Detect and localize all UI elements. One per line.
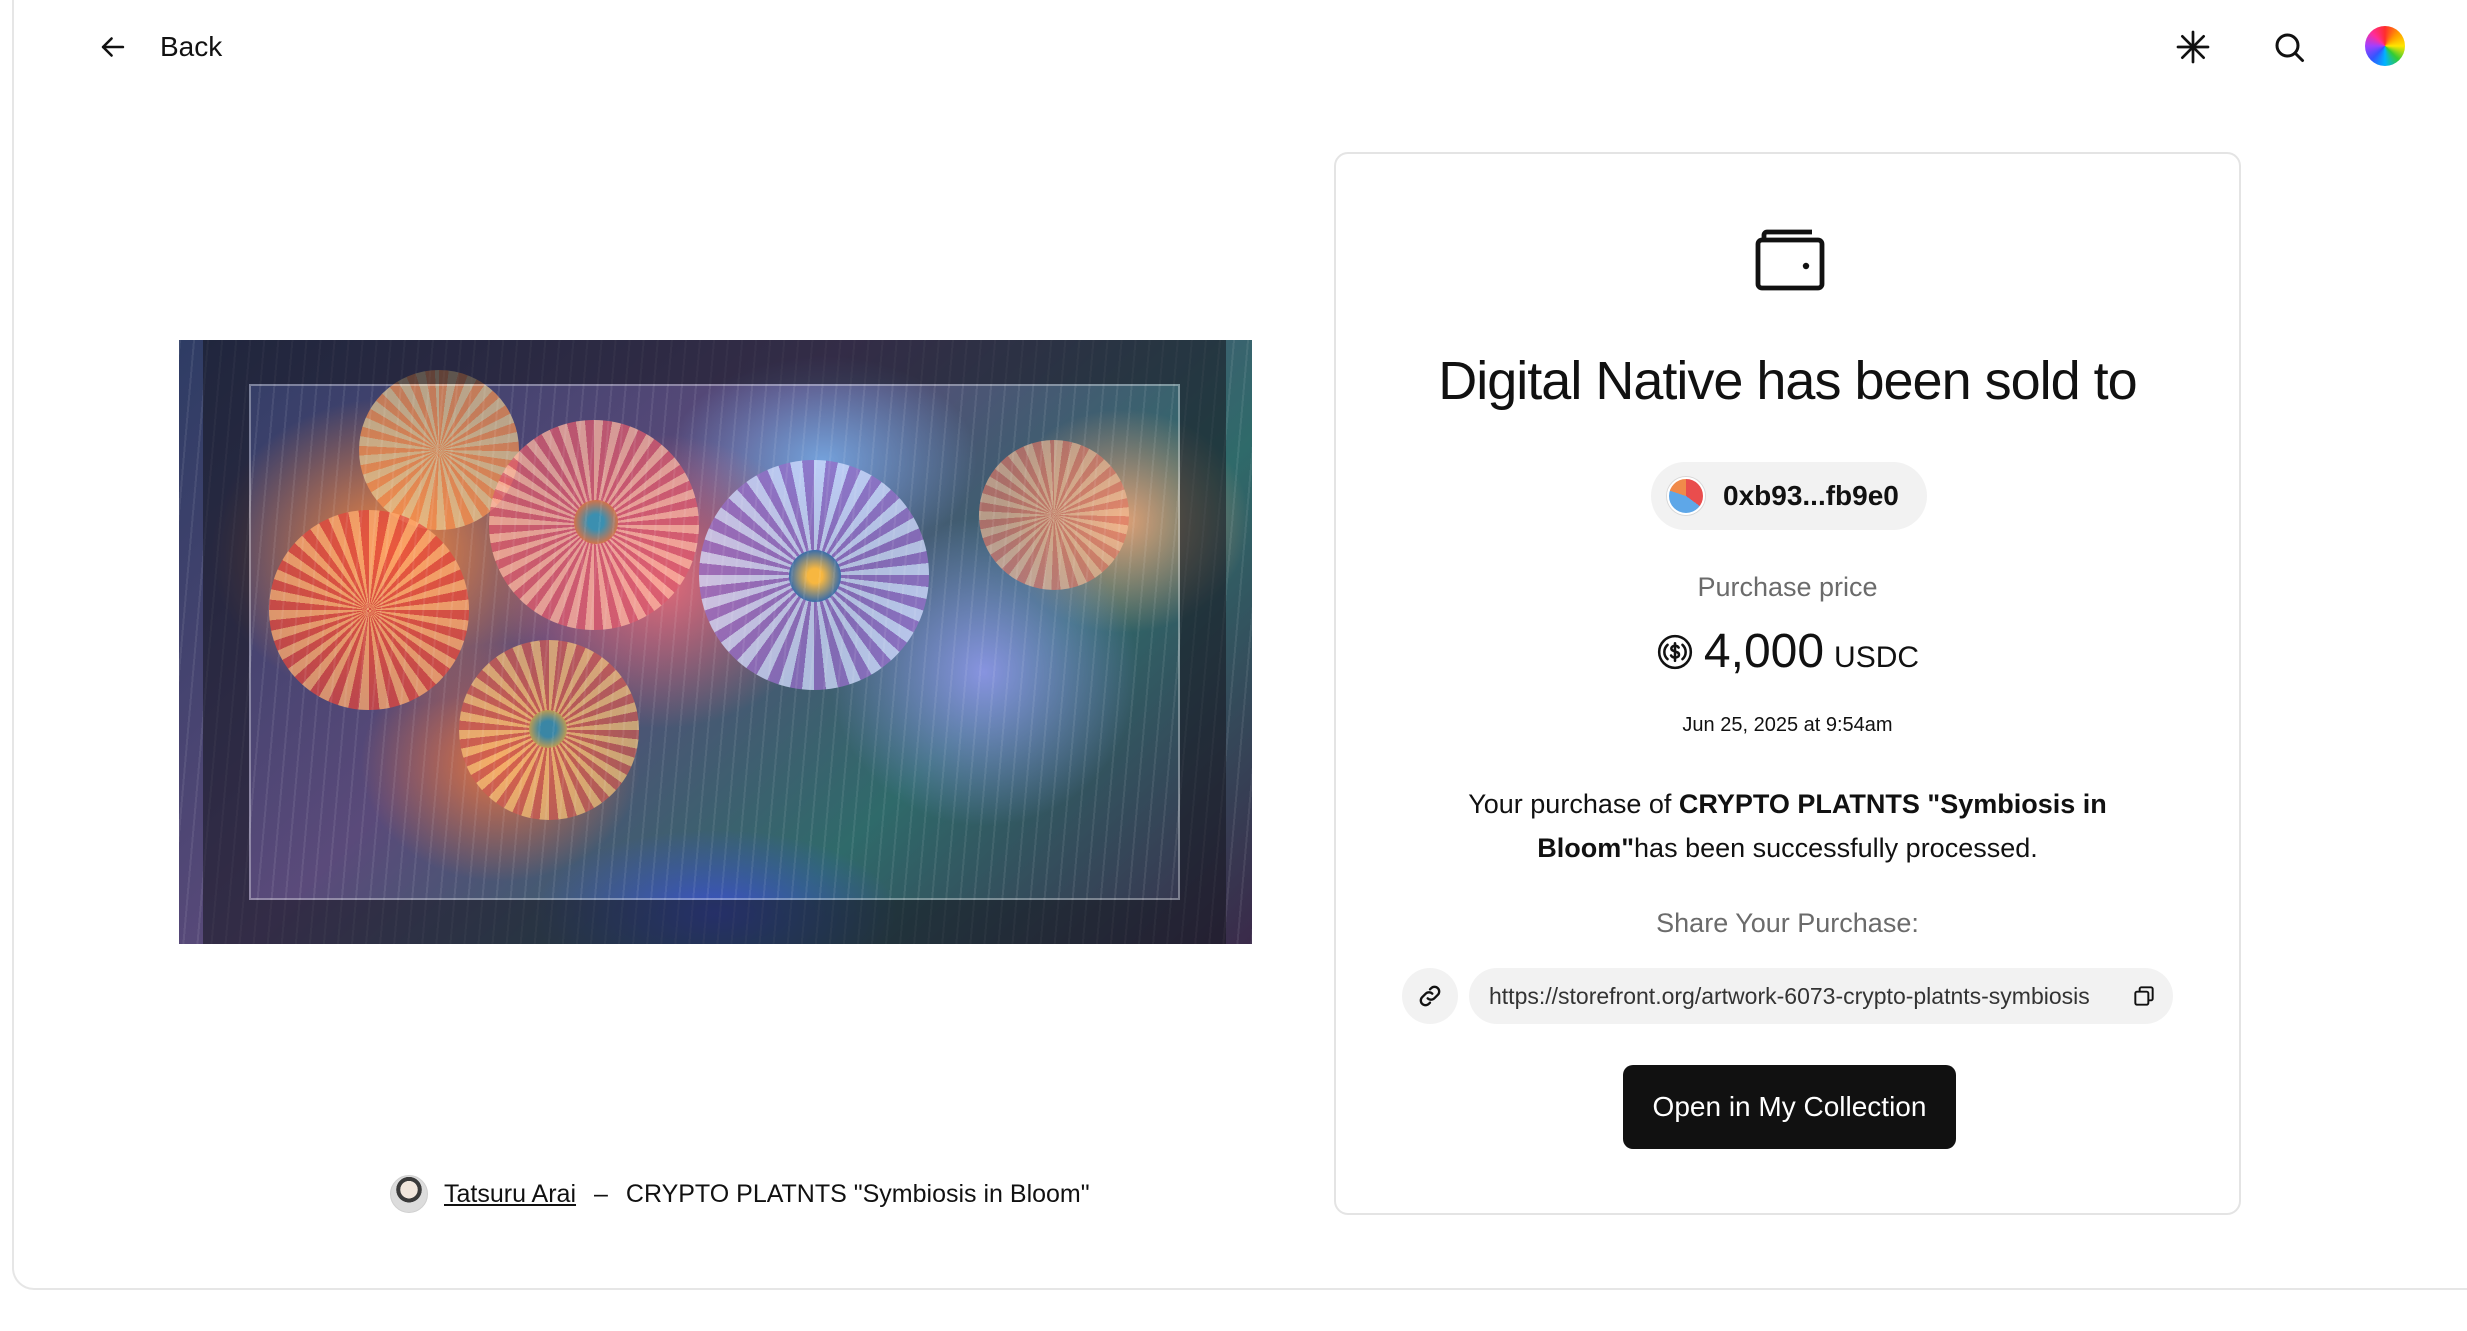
copy-icon[interactable] xyxy=(2131,983,2157,1009)
price-amount: 4,000 xyxy=(1703,625,1825,678)
search-button[interactable] xyxy=(2268,26,2310,68)
open-in-collection-button[interactable]: Open in My Collection xyxy=(1623,1065,1956,1149)
arrow-left-icon xyxy=(101,37,125,57)
sale-heading: Digital Native has been sold to xyxy=(1438,351,2137,411)
purchase-message: Your purchase of CRYPTO PLATNTS "Symbios… xyxy=(1396,782,2179,870)
price-row: 4,000 USDC xyxy=(1336,624,2239,679)
buyer-address: 0xb93...fb9e0 xyxy=(1723,480,1899,511)
buyer-address-pill[interactable]: 0xb93...fb9e0 xyxy=(1651,462,1927,530)
share-label: Share Your Purchase: xyxy=(1656,908,1919,938)
message-suffix: has been successfully processed. xyxy=(1634,833,2038,863)
price-unit: USDC xyxy=(1834,641,1920,674)
wallet-icon xyxy=(1755,229,1825,291)
price-label: Purchase price xyxy=(1697,572,1878,602)
artwork-image xyxy=(179,340,1252,944)
share-url-field[interactable]: https://storefront.org/artwork-6073-cryp… xyxy=(1469,968,2173,1024)
sale-confirmation-card: Digital Native has been sold to 0xb93...… xyxy=(1334,152,2241,1215)
share-link-button[interactable] xyxy=(1402,968,1458,1024)
message-prefix: Your purchase of xyxy=(1468,789,1679,819)
artwork-title: CRYPTO PLATNTS "Symbiosis in Bloom" xyxy=(625,1179,1090,1208)
top-bar: Back xyxy=(0,0,2467,95)
artwork-caption: Tatsuru Arai – CRYPTO PLATNTS "Symbiosis… xyxy=(390,1172,1090,1216)
link-icon xyxy=(1419,985,1441,1007)
artist-avatar[interactable] xyxy=(390,1175,428,1213)
search-icon xyxy=(2275,33,2304,62)
profile-avatar[interactable] xyxy=(2365,26,2405,66)
usdc-icon xyxy=(1657,634,1693,669)
artist-link[interactable]: Tatsuru Arai xyxy=(444,1180,576,1209)
share-url: https://storefront.org/artwork-6073-cryp… xyxy=(1489,982,2090,1009)
purchase-date: Jun 25, 2025 at 9:54am xyxy=(1682,714,1893,736)
caption-separator: – xyxy=(594,1179,608,1208)
back-label: Back xyxy=(160,31,223,62)
buyer-avatar xyxy=(1667,477,1705,515)
artwork-inner-frame xyxy=(249,384,1180,900)
sparkle-button[interactable] xyxy=(2172,26,2214,68)
sparkle-icon xyxy=(2176,30,2210,64)
back-button[interactable]: Back xyxy=(96,24,222,70)
